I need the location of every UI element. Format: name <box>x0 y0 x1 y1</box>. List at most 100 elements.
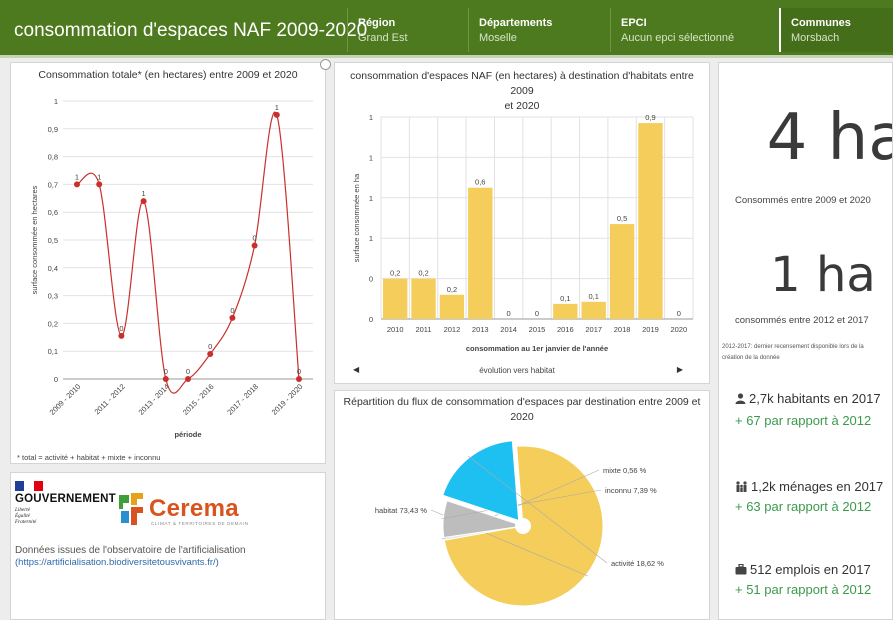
data-point <box>251 242 258 249</box>
data-label: 0,2 <box>447 285 457 294</box>
y-tick-label: 0 <box>369 275 373 284</box>
menages-text: 1,2k ménages en 2017 <box>751 479 884 494</box>
briefcase-icon <box>735 563 747 575</box>
app-title: consommation d'espaces NAF 2009-2020 <box>14 20 368 41</box>
filter-region[interactable]: Région Grand Est <box>347 8 467 52</box>
data-label: 0 <box>677 309 681 318</box>
y-tick-label: 0,9 <box>48 125 58 134</box>
x-tick-label: 2011 - 2012 <box>93 382 127 416</box>
data-label: 0,1 <box>560 294 570 303</box>
pie-center-hole <box>515 518 531 534</box>
data-point <box>296 376 302 382</box>
scroller-label: évolution vers habitat <box>479 366 555 375</box>
line-chart: 0 0,1 0,2 0,3 0,4 0,5 0,6 0,7 0,8 0,9 1 2009 - 2010… <box>30 97 313 439</box>
expand-icon[interactable] <box>320 59 331 70</box>
habitants-text: 2,7k habitants en 2017 <box>749 391 881 406</box>
data-label: 0 <box>186 367 190 376</box>
menages-diff: + 63 par rapport à 2012 <box>735 499 872 514</box>
y-tick-label: 0,6 <box>48 208 58 217</box>
x-tick-label: 2011 <box>415 325 431 334</box>
data-point <box>162 376 169 382</box>
data-point <box>185 376 191 382</box>
x-axis-title: consommation au 1er janvier de l'année <box>466 344 608 353</box>
marianne-flag-icon <box>15 481 43 491</box>
data-label: 0 <box>253 234 257 243</box>
stats-panel: 4 ha Consommés entre 2009 et 2020 1 ha c… <box>718 62 893 620</box>
data-label: 1 <box>75 172 79 181</box>
x-tick-label: 2016 <box>557 325 574 334</box>
bar <box>609 224 635 319</box>
scroll-right-arrow-icon[interactable]: ▶ <box>677 365 683 374</box>
filter-departement[interactable]: Départements Moselle <box>468 8 608 52</box>
bar <box>638 123 663 319</box>
y-tick-label: 0,4 <box>48 264 58 273</box>
filter-commune-value: Morsbach <box>791 32 840 44</box>
recent-consumption-value: 1 ha <box>770 247 876 303</box>
data-label: 1 <box>142 189 146 198</box>
filter-epci-label: EPCI <box>621 17 647 29</box>
filter-epci-value: Aucun epci sélectionné <box>621 32 735 44</box>
filter-region-value: Grand Est <box>358 32 408 44</box>
data-label: 0,1 <box>589 292 599 301</box>
x-tick-label: 2018 <box>614 325 631 334</box>
data-label: 0,2 <box>418 269 428 278</box>
person-icon <box>735 393 746 404</box>
y-tick-label: 0,8 <box>48 153 58 162</box>
data-label: 0 <box>507 309 511 318</box>
slice-label: activité 18,62 % <box>611 559 664 568</box>
habitants-diff: + 67 par rapport à 2012 <box>735 413 872 428</box>
x-tick-label: 2017 <box>585 325 602 334</box>
x-tick-label: 2017 - 2018 <box>225 382 260 417</box>
x-tick-label: 2015 - 2016 <box>181 382 216 417</box>
pie-chart-panel: Répartition du flux de consommation d'es… <box>334 390 710 620</box>
devise-text: Liberté Égalité Fraternité <box>15 507 37 525</box>
y-tick-label: 1 <box>369 194 373 203</box>
data-point <box>273 111 280 118</box>
x-tick-label: 2009 - 2010 <box>48 382 83 417</box>
x-axis-title: période <box>174 430 201 439</box>
bar <box>468 187 493 319</box>
data-label: 0 <box>535 309 539 318</box>
cerema-logo: Cerema <box>149 495 239 522</box>
filter-region-label: Région <box>358 17 396 29</box>
census-note: 2012-2017: dernier recensement disponibl… <box>722 342 892 364</box>
y-tick-label: 0,5 <box>48 236 58 245</box>
bar <box>383 278 408 319</box>
bar <box>581 301 606 319</box>
bar <box>553 303 578 319</box>
total-consumption-value: 4 ha <box>766 101 892 175</box>
data-label: 0 <box>208 342 212 351</box>
chart-scroller[interactable]: ◀ évolution vers habitat ▶ <box>341 363 693 379</box>
data-point <box>96 181 103 188</box>
data-point <box>74 181 80 188</box>
x-tick-label: 2019 <box>642 325 659 334</box>
bar <box>439 294 465 319</box>
y-axis-title: surface consommée en hectares <box>30 185 39 294</box>
data-label: 1 <box>275 103 279 112</box>
x-tick-label: 2019 - 2020 <box>270 382 305 417</box>
habitants-stat: 2,7k habitants en 2017 <box>735 391 881 406</box>
header-bar: consommation d'espaces NAF 2009-2020 Rég… <box>0 0 893 58</box>
cerema-tagline: CLIMAT & TERRITOIRES DE DEMAIN <box>151 521 249 526</box>
slice-label: inconnu 7,39 % <box>605 486 657 495</box>
source-link[interactable]: (https://artificialisation.biodiversitet… <box>15 557 219 568</box>
filter-departement-value: Moselle <box>479 32 517 44</box>
x-tick-label: 2010 <box>387 325 404 334</box>
y-tick-label: 1 <box>369 153 373 162</box>
filter-epci[interactable]: EPCI Aucun epci sélectionné <box>610 8 778 52</box>
x-tick-label: 2013 <box>472 325 489 334</box>
filter-commune-label: Communes <box>791 17 851 29</box>
slice-label: habitat 73,43 % <box>375 506 427 515</box>
filter-commune[interactable]: Communes Morsbach <box>779 8 893 52</box>
data-label: 0,5 <box>617 214 627 223</box>
data-point <box>229 314 236 321</box>
data-label: 0,6 <box>475 178 485 187</box>
cerema-logo-icon <box>119 493 143 525</box>
bar-chart: 0 0 1 1 1 1 0,2 2010 0,2 2011 0,2 2012 0,6 2013 0 2014 0… <box>352 113 694 353</box>
y-tick-label: 0 <box>369 315 373 324</box>
pie-chart: habitat 73,43 % mixte 0,56 % inconnu 7,39 … <box>375 440 664 607</box>
x-tick-label: 2013 - 2014 <box>137 382 172 417</box>
y-tick-label: 0,7 <box>48 180 58 189</box>
emplois-diff: + 51 par rapport à 2012 <box>735 582 872 597</box>
y-tick-label: 1 <box>369 234 373 243</box>
